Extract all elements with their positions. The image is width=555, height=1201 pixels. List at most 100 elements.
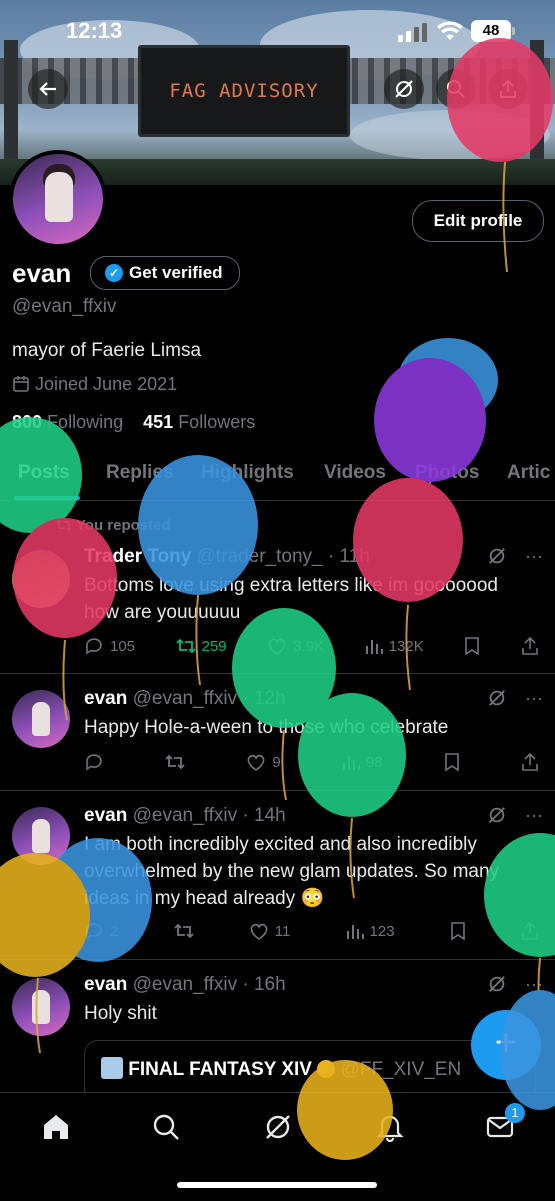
- profile-bio: mayor of Faerie Limsa: [12, 340, 202, 361]
- home-indicator: [177, 1182, 377, 1188]
- grok-icon: [395, 80, 413, 98]
- nav-notifications[interactable]: [372, 1109, 408, 1145]
- followers-link[interactable]: 451 Followers: [143, 412, 255, 432]
- repost-button[interactable]: 259: [175, 636, 227, 656]
- bookmark-button[interactable]: [444, 752, 460, 772]
- grok-icon: [266, 1115, 290, 1139]
- share-icon: [522, 921, 538, 940]
- grok-icon[interactable]: [487, 546, 507, 566]
- like-button[interactable]: 9: [246, 752, 281, 772]
- status-time: 12:13: [66, 18, 123, 43]
- tweet-author-line: evan @evan_ffxiv · 14h: [84, 805, 286, 827]
- tweet-text: Happy Hole-a-ween to those who celebrate: [84, 717, 449, 738]
- bookmark-icon: [450, 922, 465, 941]
- share-profile-button[interactable]: [488, 69, 528, 109]
- share-button[interactable]: [521, 636, 539, 656]
- reply-button[interactable]: [84, 752, 104, 772]
- tab-highlights[interactable]: Highlights: [201, 462, 294, 484]
- following-link[interactable]: 800 Following: [12, 412, 123, 432]
- like-button[interactable]: 11: [249, 921, 291, 941]
- tweet-author-line: evan @evan_ffxiv · 16h: [84, 974, 286, 996]
- share-icon: [522, 752, 538, 771]
- reply-icon: [86, 754, 102, 771]
- reply-count: 105: [110, 637, 136, 655]
- like-icon: [250, 923, 268, 940]
- search-icon: [447, 80, 465, 98]
- tweet-author[interactable]: evan: [84, 805, 127, 826]
- bookmark-icon: [465, 637, 480, 656]
- edit-profile-button[interactable]: Edit profile: [412, 200, 544, 242]
- profile-name: evan: [12, 258, 72, 288]
- back-button[interactable]: [28, 69, 68, 109]
- follow-counts: 800 Following 451 Followers: [12, 412, 255, 433]
- like-count: 3.9K: [293, 637, 325, 655]
- share-button[interactable]: [521, 752, 539, 772]
- tweet-author[interactable]: evan: [84, 688, 127, 709]
- tweet[interactable]: Trader Tony @trader_tony_ · 11h ··· Bott…: [0, 540, 555, 674]
- compose-icon: +: [494, 1022, 518, 1064]
- tab-posts[interactable]: Posts: [18, 462, 70, 484]
- share-button[interactable]: [521, 921, 539, 941]
- search-icon: [153, 1114, 179, 1140]
- views-button[interactable]: 123: [346, 921, 395, 941]
- tweet-meta: @evan_ffxiv · 16h: [132, 974, 286, 995]
- tweet-avatar[interactable]: [12, 978, 70, 1036]
- grok-button[interactable]: [384, 69, 424, 109]
- more-icon[interactable]: ···: [525, 805, 543, 826]
- tweet-avatar[interactable]: [12, 550, 70, 608]
- tweet-author-line: Trader Tony @trader_tony_ · 11h: [84, 546, 370, 568]
- calendar-icon: [13, 376, 29, 392]
- grok-icon[interactable]: [487, 805, 507, 825]
- compose-button[interactable]: +: [471, 1010, 541, 1080]
- reply-button[interactable]: 105: [84, 636, 135, 656]
- tweet-author[interactable]: Trader Tony: [84, 546, 191, 567]
- tweet-meta: @trader_tony_ · 11h: [196, 546, 370, 567]
- like-count: 9: [272, 753, 281, 771]
- notifications-icon: [376, 1115, 404, 1142]
- tweet-meta: @evan_ffxiv · 12h: [132, 688, 286, 709]
- tweet-avatar[interactable]: [12, 690, 70, 748]
- reply-button[interactable]: 2: [84, 921, 118, 941]
- like-count: 11: [274, 922, 291, 940]
- like-button[interactable]: 3.9K: [267, 636, 324, 656]
- tab-replies[interactable]: Replies: [106, 462, 174, 484]
- tweet[interactable]: evan @evan_ffxiv · 14h ··· I am both inc…: [0, 791, 555, 960]
- tab-photos[interactable]: Photos: [415, 462, 479, 484]
- get-verified-label: Get verified: [129, 263, 223, 282]
- grok-icon[interactable]: [487, 974, 507, 994]
- battery-indicator: 48: [471, 20, 515, 42]
- views-button[interactable]: 98: [342, 752, 383, 772]
- tweet-meta: @evan_ffxiv · 14h: [132, 805, 286, 826]
- tab-videos[interactable]: Videos: [324, 462, 386, 484]
- tweet-author[interactable]: evan: [84, 974, 127, 995]
- profile-avatar[interactable]: [9, 150, 107, 248]
- get-verified-button[interactable]: ✓ Get verified: [90, 256, 240, 290]
- tweet[interactable]: evan @evan_ffxiv · 12h ··· Happy Hole-a-…: [0, 674, 555, 791]
- repost-button[interactable]: [165, 752, 185, 772]
- nav-home[interactable]: [38, 1109, 74, 1145]
- more-icon[interactable]: ···: [525, 546, 543, 567]
- nav-grok[interactable]: [260, 1109, 296, 1145]
- repost-icon: [165, 754, 185, 770]
- like-icon: [248, 754, 265, 771]
- grok-icon[interactable]: [487, 688, 507, 708]
- more-icon[interactable]: ···: [525, 688, 543, 709]
- followers-label: Followers: [178, 412, 256, 432]
- nav-search[interactable]: [148, 1109, 184, 1145]
- tweet-text: Bottoms love using extra letters like im…: [84, 575, 498, 623]
- repost-icon: [173, 923, 194, 939]
- bookmark-button[interactable]: [464, 636, 480, 656]
- search-button[interactable]: [436, 69, 476, 109]
- quoted-handle: @FF_XIV_EN: [340, 1059, 462, 1080]
- tweet-text: Holy shit: [84, 1003, 157, 1024]
- repost-count: 259: [201, 637, 227, 655]
- tab-articles[interactable]: Artic: [507, 462, 550, 484]
- following-count: 800: [12, 412, 43, 432]
- bookmark-button[interactable]: [450, 921, 466, 941]
- views-button[interactable]: 132K: [365, 636, 424, 656]
- tweet-avatar[interactable]: [12, 807, 70, 865]
- more-icon[interactable]: ···: [525, 974, 543, 995]
- tweet-text: I am both incredibly excited and also in…: [84, 834, 500, 909]
- repost-button[interactable]: [173, 921, 194, 941]
- views-count: 98: [365, 753, 383, 771]
